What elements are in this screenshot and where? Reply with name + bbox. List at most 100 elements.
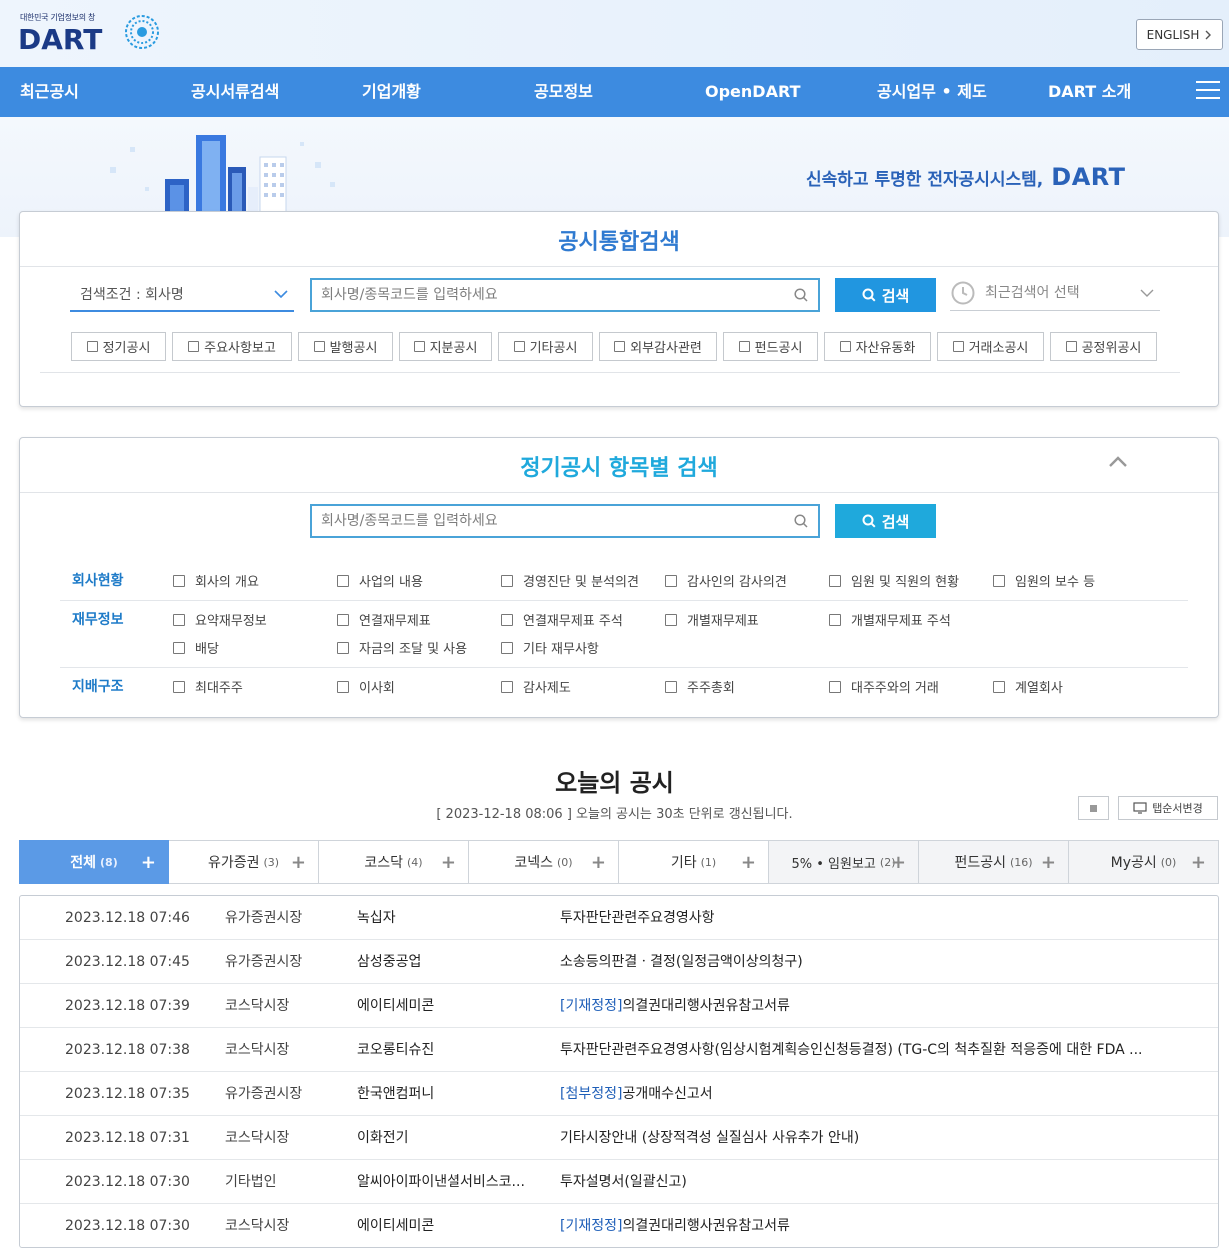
dart-logo[interactable]: 대한민국 기업정보의 창 DART [18, 12, 168, 56]
row-company[interactable]: 알씨아이파이낸셜서비스코... [357, 1160, 537, 1204]
row-report[interactable]: 투자판단관련주요경영사항 [560, 896, 1160, 940]
option-audit-opinion[interactable]: 감사인의 감사의견 [665, 571, 787, 590]
table-row[interactable]: 2023.12.18 07:39 코스닥시장 에이티세미콘 [기재정정]의결권대… [20, 984, 1218, 1028]
option-business[interactable]: 사업의 내용 [337, 571, 423, 590]
nav-recent-disclosures[interactable]: 최근공시 [20, 67, 79, 117]
table-row[interactable]: 2023.12.18 07:30 기타법인 알씨아이파이낸셜서비스코... 투자… [20, 1160, 1218, 1204]
checkbox[interactable] [501, 680, 513, 693]
nav-company-overview[interactable]: 기업개황 [362, 67, 421, 117]
row-company[interactable]: 녹십자 [357, 896, 537, 940]
option-audit-system[interactable]: 감사제도 [501, 677, 571, 696]
row-report[interactable]: 기타시장안내 (상장적격성 실질심사 사유추가 안내) [560, 1116, 1160, 1160]
tab-kosdaq[interactable]: 코스닥 (4) + [319, 840, 469, 884]
periodic-search-button[interactable]: 검색 [835, 504, 936, 538]
row-report[interactable]: 투자판단관련주요경영사항(임상시험계획승인신청등결정) (TG-C의 척추질환 … [560, 1028, 1160, 1072]
row-company[interactable]: 코오롱티슈진 [357, 1028, 537, 1072]
tab-other[interactable]: 기타 (1) + [619, 840, 769, 884]
checkbox[interactable] [337, 613, 349, 626]
option-board[interactable]: 이사회 [337, 677, 395, 696]
menu-icon[interactable] [1196, 81, 1220, 103]
plus-icon[interactable]: + [441, 852, 456, 873]
checkbox[interactable] [665, 680, 677, 693]
checkbox[interactable] [839, 341, 851, 352]
checkbox[interactable] [173, 574, 185, 587]
checkbox[interactable] [614, 341, 626, 352]
row-report[interactable]: 소송등의판결ㆍ결정(일정금액이상의청구) [560, 940, 1160, 984]
option-dividend[interactable]: 배당 [173, 638, 219, 657]
nav-document-search[interactable]: 공시서류검색 [191, 67, 279, 117]
option-largest-shareholder[interactable]: 최대주주 [173, 677, 243, 696]
tab-kospi[interactable]: 유가증권 (3) + [169, 840, 319, 884]
option-executive-pay[interactable]: 임원의 보수 등 [993, 571, 1095, 590]
collapse-chevron-up-icon[interactable] [1108, 456, 1128, 468]
checkbox[interactable] [993, 574, 1005, 587]
nav-disclosure-system[interactable]: 공시업무 • 제도 [877, 67, 987, 117]
option-consolidated-fs-notes[interactable]: 연결재무제표 주석 [501, 610, 623, 629]
plus-icon[interactable]: + [291, 852, 306, 873]
filter-exchange[interactable]: 거래소공시 [937, 332, 1044, 361]
english-button[interactable]: ENGLISH [1136, 19, 1223, 50]
option-major-shareholder-transactions[interactable]: 대주주와의 거래 [829, 677, 939, 696]
table-row[interactable]: 2023.12.18 07:46 유가증권시장 녹십자 투자판단관련주요경영사항 [20, 896, 1218, 940]
table-row[interactable]: 2023.12.18 07:38 코스닥시장 코오롱티슈진 투자판단관련주요경영… [20, 1028, 1218, 1072]
filter-external-audit[interactable]: 외부감사관련 [599, 332, 717, 361]
checkbox[interactable] [513, 341, 525, 352]
row-report[interactable]: 투자설명서(일괄신고) [560, 1160, 1160, 1204]
filter-other[interactable]: 기타공시 [498, 332, 593, 361]
option-summary-financials[interactable]: 요약재무정보 [173, 610, 267, 629]
table-row[interactable]: 2023.12.18 07:30 코스닥시장 에이티세미콘 [기재정정]의결권대… [20, 1204, 1218, 1248]
row-company[interactable]: 한국앤컴퍼니 [357, 1072, 537, 1116]
checkbox[interactable] [173, 680, 185, 693]
option-fund-raising[interactable]: 자금의 조달 및 사용 [337, 638, 467, 657]
option-affiliates[interactable]: 계열회사 [993, 677, 1063, 696]
option-consolidated-fs[interactable]: 연결재무제표 [337, 610, 431, 629]
option-mdna[interactable]: 경영진단 및 분석의견 [501, 571, 639, 590]
checkbox[interactable] [665, 613, 677, 626]
nav-opendart[interactable]: OpenDART [705, 67, 800, 117]
row-report[interactable]: [기재정정]의결권대리행사권유참고서류 [560, 984, 1160, 1028]
integrated-search-input[interactable] [310, 278, 820, 312]
filter-ftc[interactable]: 공정위공시 [1050, 332, 1157, 361]
tab-konex[interactable]: 코넥스 (0) + [469, 840, 619, 884]
checkbox[interactable] [313, 341, 325, 352]
nav-about-dart[interactable]: DART 소개 [1048, 67, 1131, 117]
plus-icon[interactable]: + [591, 852, 606, 873]
table-row[interactable]: 2023.12.18 07:45 유가증권시장 삼성중공업 소송등의판결ㆍ결정(… [20, 940, 1218, 984]
row-report[interactable]: [기재정정]의결권대리행사권유참고서류 [560, 1204, 1160, 1248]
filter-equity[interactable]: 지분공시 [399, 332, 492, 361]
option-company-overview[interactable]: 회사의 개요 [173, 571, 259, 590]
plus-icon[interactable]: + [741, 852, 756, 873]
checkbox[interactable] [413, 341, 425, 352]
checkbox[interactable] [665, 574, 677, 587]
checkbox[interactable] [738, 341, 750, 352]
tab-order-button[interactable]: 탭순서변경 [1118, 796, 1218, 820]
table-row[interactable]: 2023.12.18 07:31 코스닥시장 이화전기 기타시장안내 (상장적격… [20, 1116, 1218, 1160]
checkbox[interactable] [501, 641, 513, 654]
table-row[interactable]: 2023.12.18 07:35 유가증권시장 한국앤컴퍼니 [첨부정정]공개매… [20, 1072, 1218, 1116]
tab-all[interactable]: 전체 (8) + [19, 840, 169, 884]
checkbox[interactable] [501, 574, 513, 587]
filter-major-matters[interactable]: 주요사항보고 [172, 332, 292, 361]
periodic-search-input[interactable] [310, 504, 820, 538]
checkbox[interactable] [993, 680, 1005, 693]
view-mode-button[interactable] [1078, 796, 1109, 820]
filter-periodic[interactable]: 정기공시 [71, 332, 166, 361]
checkbox[interactable] [337, 574, 349, 587]
option-separate-fs[interactable]: 개별재무제표 [665, 610, 759, 629]
periodic-search-field[interactable] [321, 507, 761, 535]
tab-my[interactable]: My공시 (0) + [1069, 840, 1219, 884]
checkbox[interactable] [829, 680, 841, 693]
filter-issuance[interactable]: 발행공시 [298, 332, 393, 361]
row-company[interactable]: 에이티세미콘 [357, 1204, 537, 1248]
checkbox[interactable] [1065, 341, 1077, 352]
checkbox[interactable] [86, 341, 98, 352]
integrated-search-button[interactable]: 검색 [835, 278, 936, 312]
checkbox[interactable] [337, 680, 349, 693]
checkbox[interactable] [829, 613, 841, 626]
checkbox[interactable] [501, 613, 513, 626]
filter-fund[interactable]: 펀드공시 [723, 332, 818, 361]
checkbox[interactable] [173, 641, 185, 654]
option-separate-fs-notes[interactable]: 개별재무제표 주석 [829, 610, 951, 629]
recent-search-select[interactable]: 최근검색어 선택 [950, 275, 1160, 311]
plus-icon[interactable]: + [1041, 852, 1056, 873]
